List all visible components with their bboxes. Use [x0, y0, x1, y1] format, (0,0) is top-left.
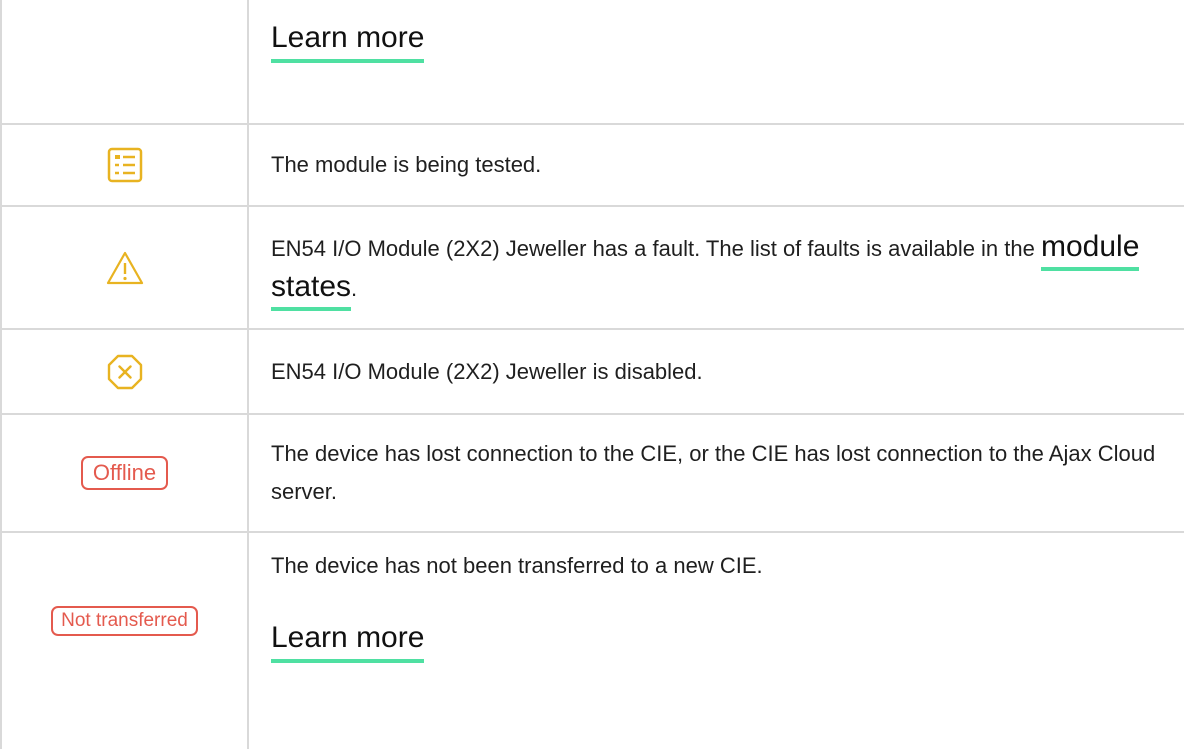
row-icon-cell [2, 125, 247, 205]
table-row: The module is being tested. [0, 125, 1184, 205]
warning-triangle-icon [106, 251, 143, 284]
row-text-cell: Learn more [271, 0, 1168, 123]
row-text-cell: EN54 I/O Module (2X2) Jeweller has a fau… [271, 207, 1168, 328]
row-text-cell: The device has not been transferred to a… [271, 533, 1168, 749]
status-table: Learn more The module is being tested. E… [0, 0, 1184, 749]
table-row: EN54 I/O Module (2X2) Jeweller has a fau… [0, 207, 1184, 328]
table-row: Not transferred The device has not been … [0, 533, 1184, 749]
learn-more-link[interactable]: Learn more [271, 619, 425, 663]
table-row: Learn more [0, 0, 1184, 123]
row-description: The module is being tested. [271, 152, 542, 177]
row-text-cell: The module is being tested. [271, 125, 1168, 205]
not-transferred-badge: Not transferred [51, 606, 198, 636]
description-text-end: . [351, 275, 358, 301]
row-description: EN54 I/O Module (2X2) Jeweller is disabl… [271, 358, 703, 384]
description-text: EN54 I/O Module (2X2) Jeweller has a fau… [271, 235, 1041, 261]
learn-more-link[interactable]: Learn more [271, 19, 425, 63]
table-row: EN54 I/O Module (2X2) Jeweller is disabl… [0, 330, 1184, 413]
row-description: The device has not been transferred to a… [271, 553, 763, 578]
table-row: Offline The device has lost connection t… [0, 415, 1184, 531]
row-icon-cell [2, 330, 247, 413]
row-icon-cell [2, 207, 247, 328]
row-text-cell: EN54 I/O Module (2X2) Jeweller is disabl… [271, 330, 1168, 413]
row-description: The device has lost connection to the CI… [271, 441, 1156, 504]
offline-badge: Offline [80, 456, 169, 490]
disabled-octagon-icon [107, 354, 142, 389]
checklist-icon [107, 147, 142, 183]
row-description: EN54 I/O Module (2X2) Jeweller has a fau… [271, 228, 1168, 311]
row-icon-cell: Not transferred [2, 533, 247, 749]
row-text-cell: The device has lost connection to the CI… [271, 415, 1168, 531]
row-icon-cell: Offline [2, 415, 247, 531]
